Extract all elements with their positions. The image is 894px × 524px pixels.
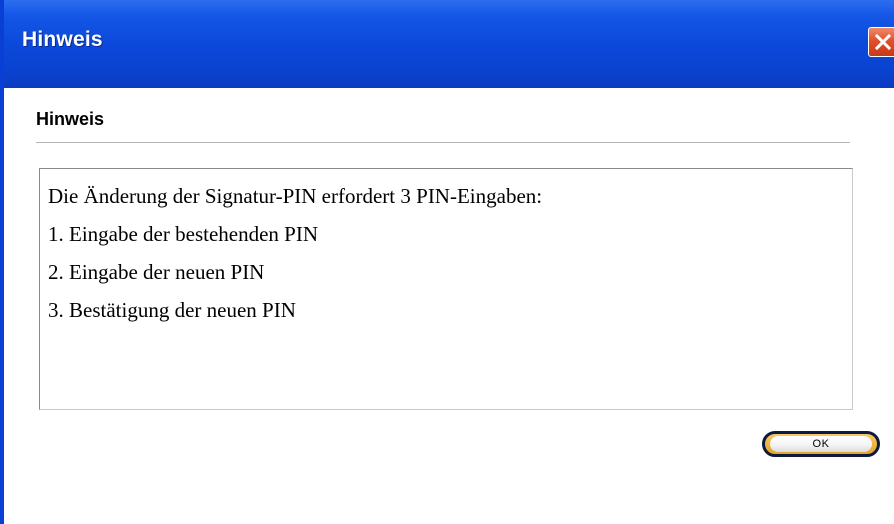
close-x-icon bbox=[875, 34, 891, 50]
message-box: Die Änderung der Signatur-PIN erfordert … bbox=[39, 168, 853, 410]
message-line-intro: Die Änderung der Signatur-PIN erfordert … bbox=[48, 184, 543, 208]
message-line-step-1: 1. Eingabe der bestehenden PIN bbox=[48, 222, 318, 246]
ok-button-label: OK bbox=[770, 436, 872, 452]
title-bar[interactable]: Hinweis bbox=[4, 0, 894, 88]
heading-divider bbox=[36, 142, 850, 143]
message-line-step-2: 2. Eingabe der neuen PIN bbox=[48, 260, 265, 284]
dialog-content: Hinweis Die Änderung der Signatur-PIN er… bbox=[4, 88, 894, 524]
window-title: Hinweis bbox=[22, 28, 103, 51]
section-heading: Hinweis bbox=[36, 109, 105, 129]
ok-button[interactable]: OK bbox=[762, 431, 880, 457]
dialog-window: Hinweis Hinweis Die Änderung der Signatu… bbox=[0, 0, 894, 524]
close-button[interactable] bbox=[868, 27, 894, 57]
message-line-step-3: 3. Bestätigung der neuen PIN bbox=[48, 298, 296, 322]
